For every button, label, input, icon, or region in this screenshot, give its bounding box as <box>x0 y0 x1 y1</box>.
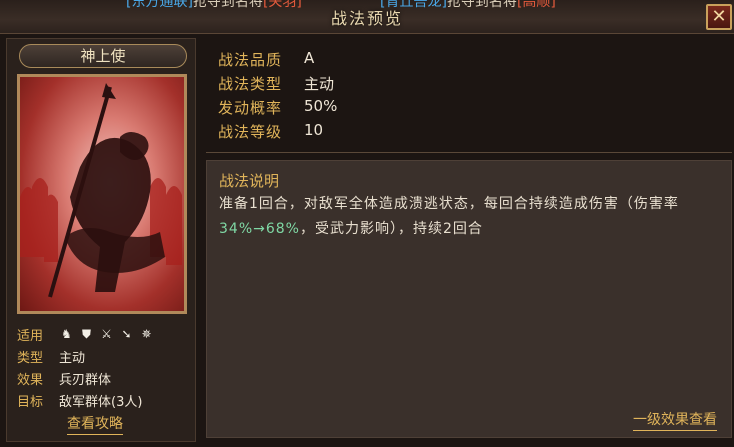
dialog-title: 战法预览 <box>330 9 403 28</box>
close-button[interactable]: ✕ <box>706 4 732 30</box>
trigger-rate-row: 发动概率 50% <box>218 97 337 118</box>
view-guide-link[interactable]: 查看攻略 <box>67 413 123 435</box>
shield-icon: ⛊ <box>81 326 91 341</box>
quality-label: 战法品质 <box>218 51 283 69</box>
type-label: 类型 <box>17 350 44 366</box>
applicable-row: 适用 ♞ ⛊ ⚔ ➘ ✵ <box>17 323 192 345</box>
top-announcement-strip: [东方通联]抢夺到名将[关羽] [青丘吾龙]抢夺到名将[高顺] 战法预览 ✕ <box>0 0 734 34</box>
damage-rate-range: 34%→68% <box>219 221 300 237</box>
tactic-type-row: 战法类型 主动 <box>218 73 334 94</box>
description-part2: ，受武力影响），持续2回合 <box>299 221 483 237</box>
description-part1: 准备1回合，对敌军全体造成溃逃状态，每回合持续造成伤害（伤害率 <box>219 196 679 212</box>
trigger-rate-value: 50% <box>304 97 338 115</box>
tactic-card-art <box>17 74 187 314</box>
effect-value: 兵刃群体 <box>59 372 112 388</box>
rider-silhouette-image <box>20 83 182 298</box>
crossed-swords-icon: ⚔ <box>101 326 112 341</box>
level1-effect-link[interactable]: 一级效果查看 <box>633 409 717 431</box>
cavalry-icon: ♞ <box>61 326 72 341</box>
tactic-card-panel: 神上使 适用 ♞ ⛊ ⚔ ➘ ✵ 类型 主动 效果 兵刃群体 目标 敌军群体(3… <box>6 38 196 442</box>
tactic-attributes: 适用 ♞ ⛊ ⚔ ➘ ✵ 类型 主动 效果 兵刃群体 目标 敌军群体(3人) <box>17 323 192 411</box>
description-title: 战法说明 <box>219 172 280 190</box>
spear-icon: ➘ <box>121 326 132 341</box>
type-value: 主动 <box>59 350 86 366</box>
tactic-type-value: 主动 <box>304 75 335 93</box>
tactic-level-label: 战法等级 <box>218 123 283 141</box>
effect-label: 效果 <box>17 372 44 388</box>
tactic-info: 战法品质 A 战法类型 主动 发动概率 50% 战法等级 10 <box>206 38 732 150</box>
target-label: 目标 <box>17 394 44 410</box>
quality-row: 战法品质 A <box>218 49 314 70</box>
siege-icon: ✵ <box>141 326 152 341</box>
applicable-label: 适用 <box>17 328 44 344</box>
target-row: 目标 敌军群体(3人) <box>17 389 192 411</box>
tactic-type-label: 战法类型 <box>218 75 283 93</box>
tactic-name-plate: 神上使 <box>19 44 187 68</box>
tactic-level-value: 10 <box>304 121 324 139</box>
quality-value: A <box>304 49 315 67</box>
effect-row: 效果 兵刃群体 <box>17 367 192 389</box>
trigger-rate-label: 发动概率 <box>218 99 283 117</box>
tactic-level-row: 战法等级 10 <box>218 121 323 142</box>
section-divider <box>206 152 732 153</box>
target-value: 敌军群体(3人) <box>59 394 143 410</box>
type-row: 类型 主动 <box>17 345 192 367</box>
tactic-description-panel: 战法说明 准备1回合，对敌军全体造成溃逃状态，每回合持续造成伤害（伤害率 34%→… <box>206 160 732 438</box>
description-text: 准备1回合，对敌军全体造成溃逃状态，每回合持续造成伤害（伤害率 34%→68%，受… <box>219 192 724 242</box>
